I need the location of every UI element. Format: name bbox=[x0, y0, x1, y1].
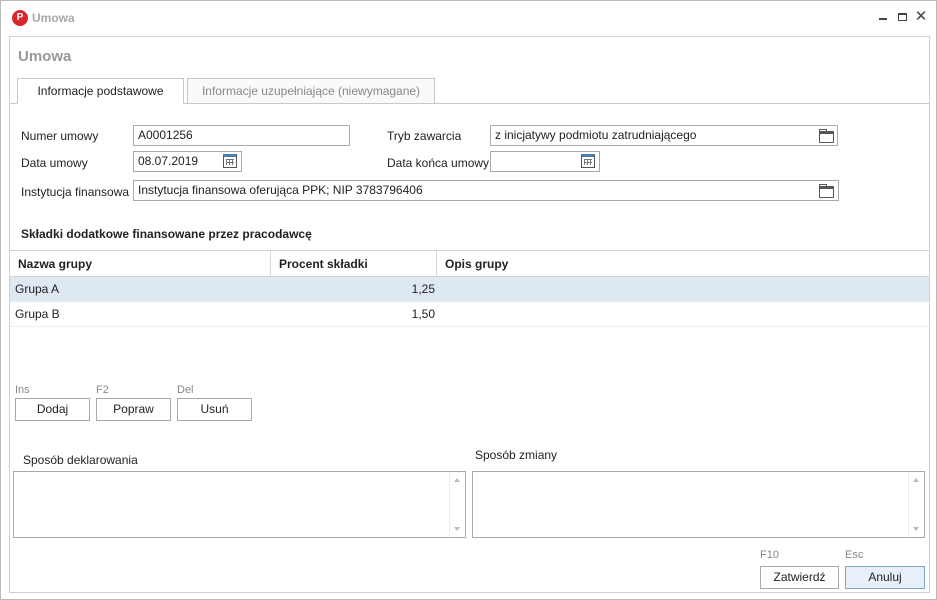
close-icon[interactable]: ✕ bbox=[913, 9, 929, 25]
folder-icon[interactable] bbox=[819, 129, 834, 143]
declaration-method-label: Sposób deklarowania bbox=[23, 453, 138, 467]
group-name-cell: Grupa A bbox=[15, 282, 60, 296]
column-header-group-name[interactable]: Nazwa grupy bbox=[10, 251, 271, 277]
add-shortcut-hint: Ins bbox=[15, 384, 30, 396]
edit-button[interactable]: Popraw bbox=[96, 398, 171, 421]
conclusion-mode-input[interactable]: z inicjatywy podmiotu zatrudniającego bbox=[490, 125, 838, 146]
scrollbar[interactable] bbox=[449, 472, 465, 537]
window-title: Umowa bbox=[32, 11, 75, 25]
table-header: Nazwa grupy Procent składki Opis grupy bbox=[10, 250, 929, 277]
edit-shortcut-hint: F2 bbox=[96, 384, 109, 396]
table-row[interactable]: Grupa B 1,50 bbox=[10, 302, 929, 327]
contract-number-label: Numer umowy bbox=[21, 129, 99, 143]
conclusion-mode-label: Tryb zawarcia bbox=[387, 129, 462, 143]
tab-basic-info[interactable]: Informacje podstawowe bbox=[17, 78, 184, 104]
tab-additional-info[interactable]: Informacje uzupełniające (niewymagane) bbox=[187, 78, 435, 104]
financial-institution-input[interactable]: Instytucja finansowa oferująca PPK; NIP … bbox=[133, 180, 839, 201]
contributions-table: Nazwa grupy Procent składki Opis grupy G… bbox=[10, 250, 929, 327]
cancel-button[interactable]: Anuluj bbox=[845, 566, 925, 589]
group-name-cell: Grupa B bbox=[15, 307, 60, 321]
dialog-window: P Umowa ✕ Umowa Informacje podstawowe In… bbox=[0, 0, 937, 600]
maximize-icon[interactable] bbox=[894, 9, 910, 25]
contract-date-label: Data umowy bbox=[21, 156, 88, 170]
description-cell bbox=[445, 302, 925, 326]
percent-cell: 1,50 bbox=[411, 307, 435, 321]
add-button[interactable]: Dodaj bbox=[15, 398, 90, 421]
end-date-label: Data końca umowy bbox=[387, 156, 490, 170]
column-header-percent[interactable]: Procent składki bbox=[271, 251, 437, 277]
percent-cell: 1,25 bbox=[411, 282, 435, 296]
minimize-icon[interactable] bbox=[875, 9, 891, 25]
declaration-method-textarea[interactable] bbox=[13, 471, 466, 538]
confirm-button[interactable]: Zatwierdź bbox=[760, 566, 839, 589]
contract-number-input[interactable]: A0001256 bbox=[133, 125, 350, 146]
form-title: Umowa bbox=[18, 48, 72, 65]
confirm-shortcut-hint: F10 bbox=[760, 549, 779, 561]
calendar-icon[interactable] bbox=[223, 154, 237, 168]
delete-shortcut-hint: Del bbox=[177, 384, 194, 396]
scrollbar[interactable] bbox=[908, 472, 924, 537]
change-method-textarea[interactable] bbox=[472, 471, 925, 538]
app-logo-icon: P bbox=[12, 10, 28, 26]
title-bar[interactable]: P Umowa ✕ bbox=[1, 1, 936, 35]
change-method-label: Sposób zmiany bbox=[475, 448, 558, 462]
financial-institution-label: Instytucja finansowa bbox=[21, 185, 130, 199]
description-cell bbox=[445, 277, 925, 301]
contributions-section-title: Składki dodatkowe finansowane przez prac… bbox=[21, 227, 312, 241]
cancel-shortcut-hint: Esc bbox=[845, 549, 864, 561]
delete-button[interactable]: Usuń bbox=[177, 398, 252, 421]
column-header-description[interactable]: Opis grupy bbox=[437, 251, 929, 277]
calendar-icon[interactable] bbox=[581, 154, 595, 168]
folder-icon[interactable] bbox=[819, 184, 834, 198]
table-row[interactable]: Grupa A 1,25 bbox=[10, 277, 929, 302]
